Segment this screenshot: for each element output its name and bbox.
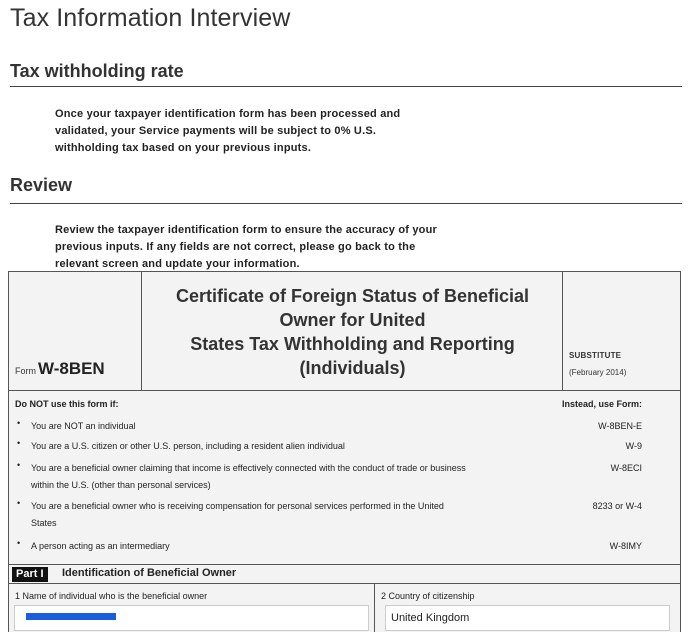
alternate-form: W-8BEN-E	[598, 421, 642, 431]
review-text: Review the taxpayer identification form …	[55, 222, 475, 273]
form-title-line: Owner for United	[279, 310, 426, 330]
substitute-label: SUBSTITUTE	[569, 351, 622, 360]
withholding-line: withholding tax based on your previous i…	[55, 142, 312, 154]
exclusion-line: You are a beneficial owner who is receiv…	[31, 501, 444, 511]
review-heading: Review	[10, 175, 73, 195]
instead-heading: Instead, use Form:	[561, 399, 642, 409]
exclusion-line: You are a U.S. citizen or other U.S. per…	[31, 441, 345, 451]
bullet: •	[17, 418, 21, 428]
alternate-form: W-8IMY	[609, 541, 642, 551]
withholding-divider	[10, 86, 682, 87]
exclusion-line: States	[31, 518, 57, 528]
country-of-citizenship-field[interactable]: United Kingdom	[385, 605, 670, 631]
exclusion-text: You are a beneficial owner who is receiv…	[31, 498, 531, 532]
exclusion-line: You are a beneficial owner claiming that…	[31, 463, 466, 473]
bullet: •	[17, 498, 21, 508]
withholding-line: validated, your Service payments will be…	[55, 125, 377, 137]
bullet: •	[17, 538, 21, 548]
form-id-cell: Form W-8BEN	[9, 272, 142, 390]
bullet: •	[17, 460, 21, 470]
bullet: •	[17, 438, 21, 448]
country-of-citizenship-label: 2 Country of citizenship	[381, 591, 475, 601]
review-line: Review the taxpayer identification form …	[55, 224, 437, 236]
form-code: W-8BEN	[38, 359, 105, 378]
part-title: Identification of Beneficial Owner	[62, 567, 237, 579]
part-header: Part I Identification of Beneficial Owne…	[9, 564, 680, 584]
exclusion-line: A person acting as an intermediary	[31, 541, 170, 551]
form-title-line: States Tax Withholding and Reporting	[190, 334, 515, 354]
form-title-cell: Certificate of Foreign Status of Benefic…	[142, 272, 563, 390]
form-title-line: Certificate of Foreign Status of Benefic…	[175, 286, 530, 306]
alternate-form: 8233 or W-4	[592, 501, 642, 511]
review-line: previous inputs. If any fields are not c…	[55, 241, 416, 253]
exclusion-line: within the U.S. (other than personal ser…	[31, 480, 211, 490]
form-title: Certificate of Foreign Status of Benefic…	[142, 284, 563, 380]
withholding-text: Once your taxpayer identification form h…	[55, 106, 455, 157]
form-substitute-cell: SUBSTITUTE (February 2014)	[563, 272, 681, 390]
exclusion-text: You are NOT an individual	[31, 418, 531, 435]
country-of-citizenship-cell: 2 Country of citizenship United Kingdom	[375, 584, 680, 632]
beneficial-owner-name-field[interactable]	[14, 605, 369, 631]
redaction-mark	[26, 613, 116, 620]
review-divider	[10, 203, 682, 204]
page-title: Tax Information Interview	[10, 4, 291, 32]
alternate-form: W-8ECI	[610, 463, 642, 473]
withholding-heading: Tax withholding rate	[10, 61, 184, 81]
exclusion-text: A person acting as an intermediary	[31, 538, 531, 555]
not-use-heading: Do NOT use this form if:	[15, 399, 119, 409]
beneficial-owner-name-cell: 1 Name of individual who is the benefici…	[9, 584, 375, 632]
form-word: Form	[15, 366, 36, 376]
exclusion-text: You are a beneficial owner claiming that…	[31, 460, 531, 494]
w8ben-form: Form W-8BEN Certificate of Foreign Statu…	[8, 271, 681, 632]
beneficial-owner-name-label: 1 Name of individual who is the benefici…	[15, 591, 208, 601]
substitute-date: (February 2014)	[569, 368, 627, 377]
alternate-form: W-9	[625, 441, 642, 451]
part-label: Part I	[12, 567, 48, 582]
header-divider	[9, 390, 680, 391]
form-title-line: (Individuals)	[299, 358, 406, 378]
exclusion-line: You are NOT an individual	[31, 421, 136, 431]
withholding-line: Once your taxpayer identification form h…	[55, 108, 401, 120]
exclusion-text: You are a U.S. citizen or other U.S. per…	[31, 438, 531, 455]
